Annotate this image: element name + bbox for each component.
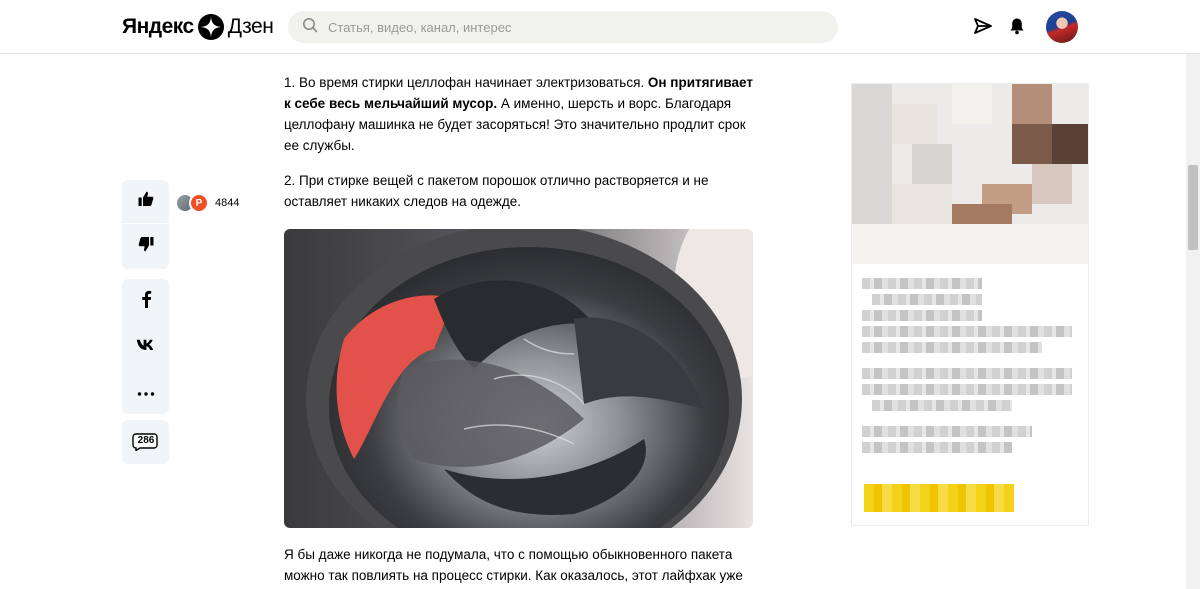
ad-text-line [862, 368, 1072, 379]
ad-text-line [862, 384, 1072, 395]
more-share-button[interactable] [122, 369, 169, 414]
page-scrollbar-track[interactable] [1186, 54, 1200, 589]
article-paragraph-1: 1. Во время стирки целлофан начинает эле… [284, 75, 753, 153]
article-paragraph-2: 2. При стирке вещей с пакетом порошок от… [284, 173, 709, 209]
likes-summary[interactable]: Р 4844 [175, 193, 239, 213]
comments-button[interactable]: 286 [122, 420, 169, 464]
top-header: Яндекс Дзен [0, 0, 1200, 54]
logo-brand: Яндекс [122, 15, 194, 38]
ad-text-line [862, 426, 1032, 437]
more-icon [137, 383, 155, 401]
page-scrollbar-thumb[interactable] [1188, 165, 1198, 250]
ad-text-line [872, 294, 982, 305]
ad-text-line [872, 400, 1012, 411]
zen-star-icon [197, 14, 224, 40]
comments-icon: 286 [122, 420, 169, 464]
dislike-button[interactable] [122, 224, 169, 268]
thumbs-down-icon [137, 235, 155, 258]
ad-cta-button[interactable] [864, 484, 1014, 512]
send-icon[interactable] [972, 15, 994, 37]
vk-share-button[interactable] [122, 324, 169, 369]
facebook-share-button[interactable] [122, 279, 169, 324]
ad-text-line [862, 442, 1012, 453]
ad-text-line [862, 310, 982, 321]
sidebar-ad[interactable] [851, 83, 1089, 526]
like-button[interactable] [122, 180, 169, 224]
search-icon [302, 17, 318, 38]
article-photo-washing-machine[interactable] [284, 229, 753, 528]
yandex-zen-logo[interactable]: Яндекс Дзен [122, 14, 274, 40]
ad-image [852, 84, 1088, 264]
likes-count: 4844 [215, 197, 240, 209]
article-paragraph-3: Я бы даже никогда не подумала, что с пом… [284, 547, 743, 583]
search-bar[interactable] [288, 11, 838, 43]
logo-product: Дзен [227, 15, 274, 38]
bell-icon[interactable] [1006, 15, 1028, 37]
comments-count: 286 [137, 435, 155, 446]
share-group [122, 279, 169, 414]
ad-text-line [862, 278, 982, 289]
thumbs-up-icon [137, 190, 155, 213]
vk-icon [136, 338, 156, 356]
user-avatar[interactable] [1046, 11, 1078, 43]
facebook-icon [140, 290, 152, 313]
article-body: 1. Во время стирки целлофан начинает эле… [284, 72, 754, 226]
ad-text-line [862, 326, 1072, 337]
ad-text-line [862, 342, 1042, 353]
liker-avatar-initial: Р [189, 193, 209, 213]
search-input[interactable] [328, 19, 808, 35]
reaction-group [122, 180, 169, 269]
